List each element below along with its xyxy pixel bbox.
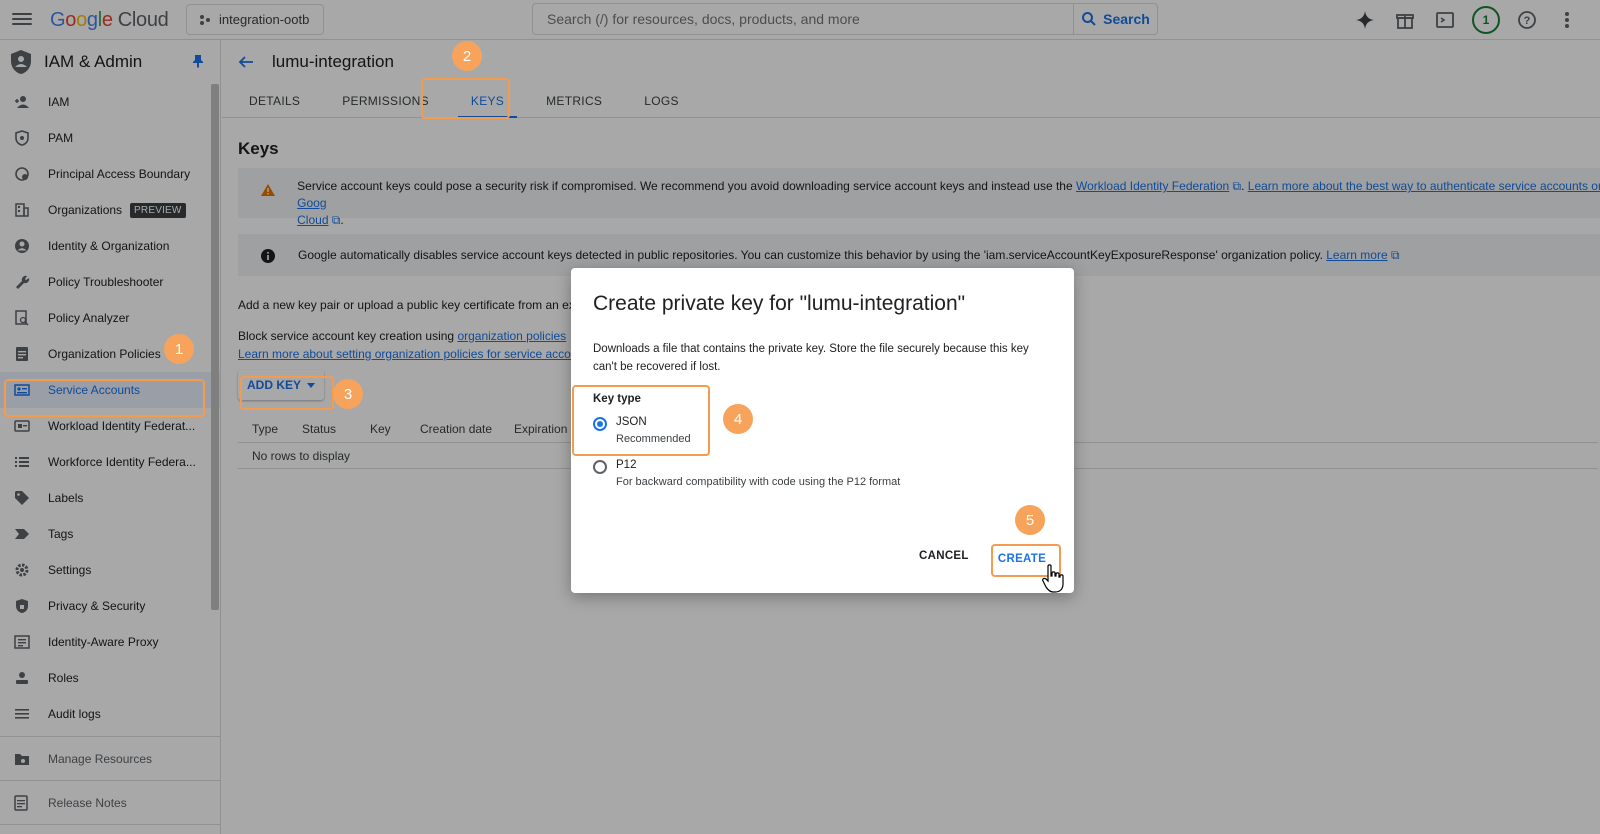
callout-box-service-accounts: [4, 379, 205, 417]
callout-box-add-key: [240, 376, 334, 410]
callout-box-key-type: [572, 385, 710, 456]
dialog-title: Create private key for "lumu-integration…: [593, 292, 966, 315]
callout-badge-3: 3: [333, 379, 363, 409]
callout-badge-4: 4: [723, 404, 753, 434]
radio-p12-sub: For backward compatibility with code usi…: [616, 476, 901, 488]
hand-cursor-icon: [1042, 564, 1064, 593]
cancel-button[interactable]: CANCEL: [919, 550, 969, 562]
radio-p12-button[interactable]: [593, 460, 607, 474]
callout-badge-5: 5: [1015, 505, 1045, 535]
radio-p12-label: P12: [616, 459, 637, 471]
callout-badge-1: 1: [164, 334, 194, 364]
dialog-description: Downloads a file that contains the priva…: [593, 343, 1029, 373]
callout-badge-2: 2: [452, 41, 482, 71]
radio-p12[interactable]: P12 For backward compatibility with code…: [593, 459, 900, 488]
callout-box-keys-tab: [421, 78, 510, 119]
